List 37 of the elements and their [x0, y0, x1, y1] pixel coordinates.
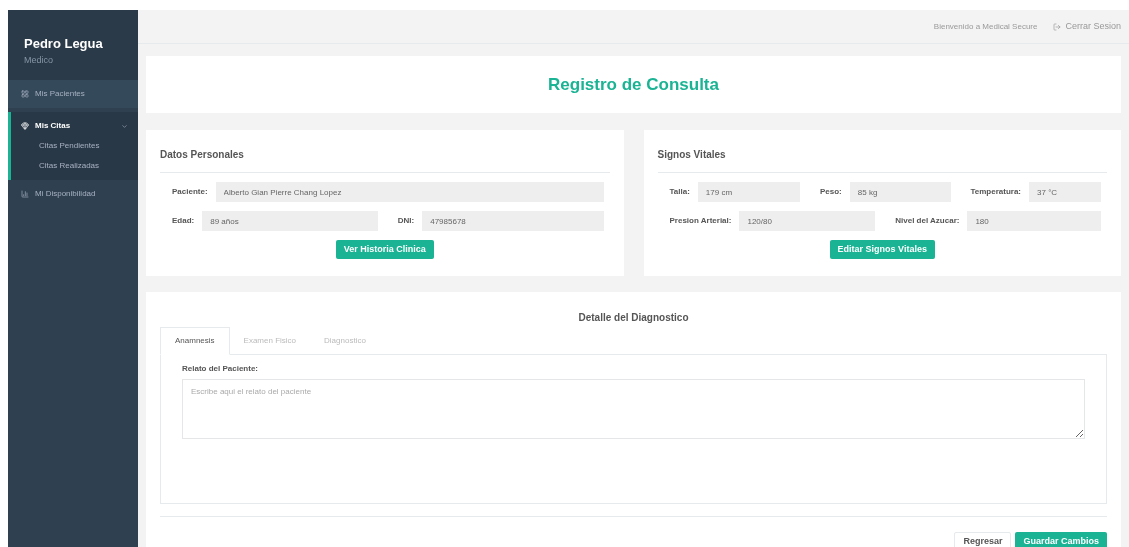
- field-label: Relato del Paciente:: [182, 363, 260, 375]
- input-field[interactable]: 179 cm: [697, 182, 800, 202]
- field-label: Nivel del Azucar:: [894, 215, 961, 227]
- sidebar-subitem[interactable]: Citas Realizadas: [11, 152, 138, 172]
- chevron-icon: [121, 122, 128, 130]
- input-field[interactable]: 47985678: [422, 211, 604, 231]
- field-label: Peso:: [819, 186, 843, 198]
- card-title: Signos Vitales: [657, 130, 1107, 173]
- tab[interactable]: Anamnesis: [160, 327, 230, 355]
- field-label: Talla:: [668, 186, 691, 198]
- sidebar-item[interactable]: Mis Citas Citas Pendientes Citas Realizadas: [8, 112, 138, 180]
- input-field[interactable]: 120/80: [739, 211, 876, 231]
- field-label: Edad:: [171, 215, 196, 227]
- card-title: Datos Personales: [160, 130, 610, 173]
- sidebar-item[interactable]: Mis Pacientes: [8, 80, 138, 108]
- section-title: Detalle del Diagnostico: [577, 311, 690, 325]
- sidebar-item[interactable]: Mi Disponibilidad: [8, 180, 138, 208]
- sidebar-subitem[interactable]: Citas Pendientes: [11, 132, 138, 152]
- field-label: DNI:: [396, 215, 416, 227]
- bar-chart-icon: [21, 190, 29, 198]
- input-field[interactable]: Alberto Gian Pierre Chang Lopez: [215, 182, 604, 202]
- input-field[interactable]: 180: [967, 211, 1101, 231]
- field-label: Presion Arterial:: [668, 215, 733, 227]
- welcome-text: Bienvenido a Medical Secure: [933, 20, 1038, 33]
- diamond-icon: [21, 122, 29, 130]
- grid-icon: [21, 90, 29, 98]
- input-field[interactable]: 37 °C: [1029, 182, 1101, 202]
- user-role: Medico: [24, 53, 53, 67]
- input-field[interactable]: 89 años: [202, 211, 378, 231]
- text-area[interactable]: Escribe aqui el relato del paciente: [182, 379, 1085, 439]
- user-name: Pedro Legua: [24, 35, 103, 53]
- page-title: Registro de Consulta: [548, 73, 719, 96]
- field-label: Paciente:: [171, 186, 209, 198]
- input-field[interactable]: 85 kg: [849, 182, 951, 202]
- field-label: Temperatura:: [969, 186, 1023, 198]
- back-button[interactable]: Regresar: [954, 532, 1012, 547]
- logout-icon: [1053, 22, 1062, 31]
